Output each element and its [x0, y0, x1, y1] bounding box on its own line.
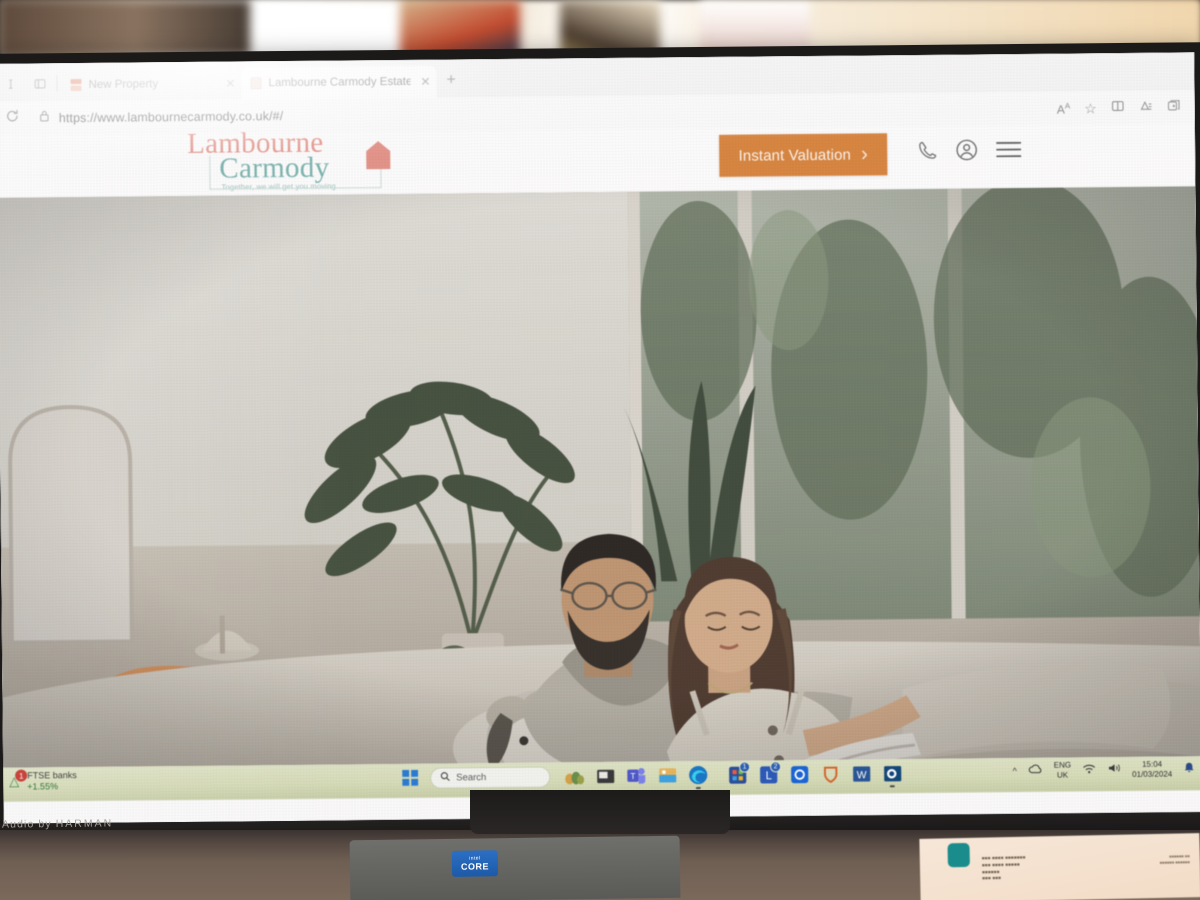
- news-weather-widget[interactable]: △ 1 FTSE banks +1.55%: [9, 769, 77, 793]
- tab-search-icon[interactable]: [26, 70, 52, 96]
- new-tab-button[interactable]: +: [436, 71, 466, 97]
- active-indicator: [889, 785, 895, 788]
- microsoft-outlook-icon[interactable]: [881, 762, 903, 788]
- phone-icon[interactable]: [917, 140, 938, 166]
- site-logo[interactable]: Lambourne Carmody Together, we will get …: [187, 127, 391, 196]
- language-indicator[interactable]: ENG UK: [1054, 761, 1072, 781]
- letter-logo: [947, 842, 970, 868]
- tab-actions-icon[interactable]: [0, 70, 26, 96]
- logo-frame: [209, 154, 382, 190]
- notification-badge: 1: [15, 769, 28, 782]
- clock-date: 01/03/2024: [1132, 769, 1173, 780]
- site-info-icon[interactable]: [39, 109, 50, 127]
- system-tray: ^ ENG UK 15:04 01/03/2024: [1012, 759, 1195, 782]
- search-icon: [440, 768, 450, 786]
- news-widget-change: +1.55%: [27, 781, 59, 792]
- site-header-icons: [917, 138, 1022, 167]
- monitor: New Property ✕ Lambourne Carmody Estate …: [0, 42, 1200, 844]
- intel-core-sticker: intel CORE: [451, 850, 499, 877]
- toolbar-divider: [56, 75, 58, 92]
- read-aloud-icon[interactable]: AA: [1057, 101, 1071, 116]
- clock[interactable]: 15:04 01/03/2024: [1132, 760, 1172, 781]
- monitor-screen: New Property ✕ Lambourne Carmody Estate …: [0, 52, 1200, 824]
- address-bar-url: https://www.lambournecarmody.co.uk/#/: [58, 109, 284, 126]
- website-content: Lambourne Carmody Together, we will get …: [0, 124, 1200, 768]
- language-line-2: UK: [1056, 770, 1069, 781]
- search-placeholder: Search: [456, 771, 487, 783]
- active-indicator: [695, 787, 701, 790]
- start-button[interactable]: [399, 767, 421, 789]
- letter-address: ■■■ ■■■■ ■■■■■■■ ■■■ ■■■■ ■■■■■ ■■■■■■ ■■■ …: [981, 854, 1026, 881]
- chevron-right-icon: ›: [860, 142, 869, 166]
- account-icon[interactable]: [955, 138, 978, 166]
- chevron-up-icon[interactable]: ^: [1012, 766, 1016, 776]
- reload-icon[interactable]: [5, 109, 20, 129]
- photos-icon[interactable]: [656, 764, 678, 786]
- wifi-icon[interactable]: [1082, 762, 1096, 780]
- laptop: intel CORE: [349, 835, 681, 900]
- taskbar-center-group: Search T 1 L 2 W: [399, 761, 903, 790]
- instant-valuation-label: Instant Valuation: [738, 146, 851, 165]
- browser-window: New Property ✕ Lambourne Carmody Estate …: [0, 52, 1200, 802]
- news-widget-title: FTSE banks: [27, 770, 77, 781]
- microsoft-teams-icon[interactable]: T: [625, 765, 647, 787]
- orange-page-favicon: [70, 78, 82, 92]
- browser-tab-new-property[interactable]: New Property ✕: [61, 67, 241, 101]
- svg-text:L: L: [765, 770, 771, 782]
- monitor-stand: [470, 790, 730, 834]
- microsoft-edge-icon[interactable]: [687, 764, 709, 790]
- bell-icon[interactable]: [1183, 761, 1195, 779]
- language-line-1: ENG: [1053, 760, 1072, 771]
- zoom-icon[interactable]: [788, 763, 810, 785]
- address-bar[interactable]: https://www.lambournecarmody.co.uk/#/: [28, 96, 1049, 131]
- house-icon: [366, 141, 391, 170]
- instant-valuation-button[interactable]: Instant Valuation ›: [719, 133, 888, 177]
- letter-right-text: ■■■■■■ ■■ ■■■■■■ ■■■■■■: [1159, 853, 1190, 866]
- close-icon[interactable]: ✕: [222, 76, 235, 90]
- taskbar-search-box[interactable]: Search: [430, 765, 551, 789]
- shelf-left: [0, 0, 270, 56]
- hamburger-menu-icon[interactable]: [995, 140, 1022, 164]
- site-header: Lambourne Carmody Together, we will get …: [0, 124, 1196, 198]
- badge-count: 1: [739, 761, 751, 773]
- tab-label: Lambourne Carmody Estate & L: [268, 75, 411, 90]
- page-favicon: [250, 77, 262, 90]
- letter-document: ■■■ ■■■■ ■■■■■■■ ■■■ ■■■■ ■■■■■ ■■■■■■ ■■■ …: [919, 833, 1200, 900]
- favorite-star-icon[interactable]: ☆: [1084, 100, 1097, 117]
- news-widget-text: FTSE banks +1.55%: [27, 770, 77, 793]
- microsoft-word-icon[interactable]: W: [850, 762, 872, 784]
- store-icon[interactable]: 1: [726, 761, 751, 786]
- file-explorer-icon[interactable]: [594, 765, 616, 787]
- split-screen-icon[interactable]: [1111, 98, 1125, 117]
- collections-icon[interactable]: [1139, 98, 1153, 117]
- hero-photo: [0, 186, 1200, 768]
- core-label: CORE: [460, 861, 490, 872]
- clock-time: 15:04: [1142, 759, 1163, 769]
- badge-count: 2: [770, 761, 782, 773]
- loop-icon[interactable]: L 2: [757, 761, 782, 785]
- speaker-icon[interactable]: [1107, 761, 1121, 779]
- browser-tab-lambourne-carmody[interactable]: Lambourne Carmody Estate & L ✕: [241, 65, 437, 100]
- shield-icon[interactable]: [819, 763, 841, 785]
- cloud-icon[interactable]: [1028, 762, 1043, 780]
- tab-label: New Property: [88, 78, 159, 91]
- hero-image: Properties for Sale › Properties to let …: [0, 186, 1200, 768]
- close-icon[interactable]: ✕: [417, 75, 430, 89]
- svg-text:T: T: [630, 771, 635, 781]
- widgets-icon[interactable]: [563, 765, 585, 787]
- svg-text:W: W: [856, 770, 866, 781]
- browser-toolbar-icons: AA ☆: [1057, 98, 1187, 118]
- browser-essentials-icon[interactable]: [1167, 98, 1181, 117]
